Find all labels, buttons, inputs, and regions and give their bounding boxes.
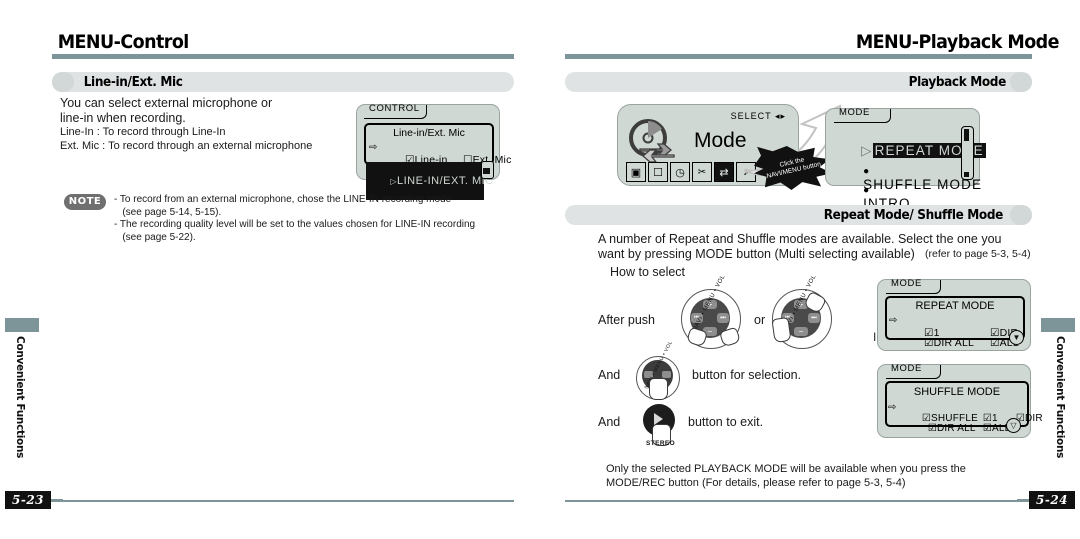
- section-cap-left: [52, 72, 74, 92]
- section-title-playback: Playback Mode: [909, 75, 1007, 90]
- stereo-label: STEREO: [646, 440, 676, 447]
- page-title-left: MENU-Control: [57, 31, 190, 53]
- detail-paragraph-left: Line-In : To record through Line-In Ext.…: [60, 126, 313, 152]
- footer-note-right: Only the selected PLAYBACK MODE will be …: [606, 463, 966, 489]
- section-cap-playback: [1010, 72, 1032, 92]
- step-or-label: or: [754, 313, 766, 327]
- shuffle-lcd-tab: MODE: [886, 363, 941, 379]
- footer-rule-right: [565, 500, 1032, 502]
- mode-list-panel: MODE ▷ REPEAT MODE ● SHUFFLE MODE ● INTRO: [825, 107, 986, 211]
- display-icon[interactable]: ☐: [648, 162, 668, 182]
- footer-rule-left: [52, 500, 514, 502]
- next-track-icon[interactable]: ⏭: [808, 313, 820, 323]
- mode-list-scrollbar[interactable]: [961, 126, 974, 180]
- step-after-push-label: After push: [598, 313, 655, 327]
- side-tab-bar-right: [1041, 318, 1075, 332]
- scroll-down-icon[interactable]: ▼: [1009, 330, 1024, 345]
- control-lcd-scrollbar[interactable]: [481, 161, 494, 179]
- section-cap-repeat-shuffle: [1010, 205, 1032, 225]
- mode-list-tab-label: MODE: [839, 107, 870, 118]
- footer-dash-right: [1017, 499, 1029, 502]
- step-select-suffix: button for selection.: [692, 368, 802, 382]
- control-lcd-tab-label: CONTROL: [369, 103, 420, 114]
- repeat-lcd-tab-label: MODE: [891, 278, 922, 289]
- mode-list-tab: MODE: [834, 107, 891, 123]
- box-icon[interactable]: ▣: [626, 162, 646, 182]
- shuffle-opt-all[interactable]: ☑ALL: [959, 412, 1010, 445]
- hand-pointer-icon: [771, 316, 792, 344]
- footer-dash-left: [51, 499, 63, 502]
- checkbox-checked-icon: ☑: [982, 423, 992, 434]
- repeat-opt-dir-all[interactable]: ☑DIR ALL: [899, 325, 974, 361]
- scroll-thumb: [964, 129, 969, 141]
- control-lcd-screen: Line-in/Ext. Mic ⇨ ☑Line-in ☐Ext. Mic: [364, 123, 511, 166]
- pointer-arrow-icon: ⇨: [369, 142, 378, 153]
- clock-icon[interactable]: ◷: [670, 162, 690, 182]
- repeat-mode-lcd: MODE REPEAT MODE ⇨ ☑1 ☑DIR ALL ☑DIR ☑ALL…: [877, 278, 1031, 351]
- pointer-arrow-icon: ⇨: [888, 402, 897, 413]
- section-title-line-in: Line-in/Ext. Mic: [83, 75, 183, 90]
- scroll-down-icon[interactable]: [964, 172, 969, 177]
- shuffle-mode-lcd: MODE SHUFFLE MODE ⇨ ☑SHUFFLE ☑1 ☑DIR ☑DI…: [877, 363, 1043, 438]
- checkbox-checked-icon: ☑: [927, 423, 937, 434]
- page-number-left: 5-23: [5, 491, 51, 509]
- tools-icon[interactable]: ✂: [692, 162, 712, 182]
- control-lcd-title: Line-in/Ext. Mic: [393, 127, 465, 139]
- shuffle-lcd-title: SHUFFLE MODE: [913, 386, 1001, 398]
- next-track-icon[interactable]: ⏭: [717, 313, 729, 323]
- side-tab-label-right: Convenient Functions: [1054, 336, 1066, 459]
- page-number-right: 5-24: [1029, 491, 1075, 509]
- shuffle-lcd-tab-label: MODE: [891, 363, 922, 374]
- next-track-icon[interactable]: [662, 371, 671, 378]
- control-lcd-panel: CONTROL Line-in/Ext. Mic ⇨ ☑Line-in ☐Ext…: [356, 103, 511, 200]
- header-rule-left: [52, 54, 514, 59]
- repeat-icon[interactable]: ⇄: [714, 162, 734, 182]
- side-tab-bar-left: [5, 318, 39, 332]
- note-text: - To record from an external microphone,…: [114, 194, 476, 243]
- repeat-lcd-title: REPEAT MODE: [915, 300, 995, 312]
- scroll-down-icon[interactable]: ▽: [1006, 418, 1021, 433]
- cd-repeat-icon: [629, 119, 675, 163]
- control-lcd-tab: CONTROL: [364, 103, 427, 119]
- checkbox-checked-icon: ☑: [989, 337, 1000, 349]
- bullet-icon: ●: [863, 185, 871, 196]
- side-tab-label-left: Convenient Functions: [14, 336, 26, 459]
- how-to-select-label: How to select: [610, 265, 686, 279]
- step-exit-suffix: button to exit.: [688, 415, 764, 429]
- checkbox-checked-icon: ☑: [923, 337, 934, 349]
- repeat-lcd-screen: REPEAT MODE ⇨ ☑1 ☑DIR ALL ☑DIR ☑ALL: [885, 296, 1025, 349]
- volume-down-icon[interactable]: −: [794, 327, 808, 336]
- hand-pointer-icon: [649, 378, 668, 400]
- repeat-intro-ref: (refer to page 5-3, 5-4): [925, 248, 1031, 260]
- page-title-right: MENU-Playback Mode: [856, 31, 1060, 53]
- step-and-2-label: And: [598, 415, 621, 429]
- section-title-repeat-shuffle: Repeat Mode/ Shuffle Mode: [824, 208, 1004, 223]
- right-page: MENU-Playback Mode Playback Mode SELECT …: [540, 0, 1080, 539]
- repeat-lcd-tab: MODE: [886, 278, 941, 294]
- intro-paragraph-left: You can select external microphone or li…: [60, 96, 273, 125]
- pointer-arrow-icon: ⇨: [889, 315, 898, 326]
- step-and-1-label: And: [598, 368, 621, 382]
- scroll-thumb: [483, 168, 490, 174]
- note-badge: NOTE: [64, 194, 106, 210]
- left-page: MENU-Control Line-in/Ext. Mic You can se…: [0, 0, 540, 539]
- header-rule-right: [565, 54, 1032, 59]
